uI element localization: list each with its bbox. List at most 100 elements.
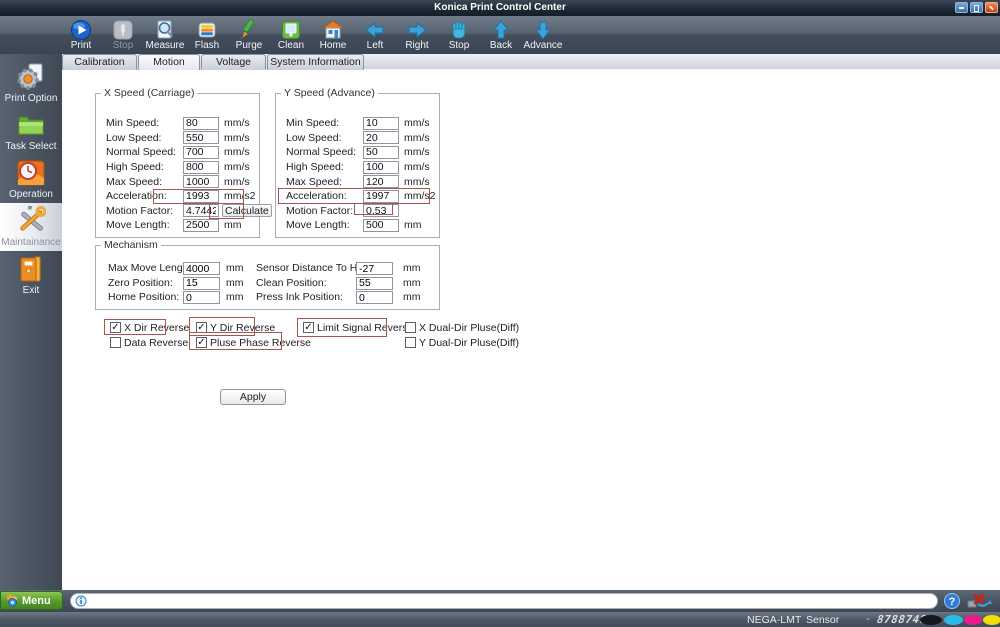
tab-voltage[interactable]: Voltage	[201, 54, 266, 70]
y-min-speed-input[interactable]	[363, 116, 399, 130]
tab-system-information[interactable]: System Information	[267, 54, 364, 70]
stop-print-button: Stop	[102, 16, 144, 54]
checkbox-x-dual-dir-pluse[interactable]: X Dual-Dir Pluse(Diff)	[405, 321, 519, 334]
calculate-button[interactable]: Calculate	[222, 204, 272, 218]
y-low-speed-row: Low Speed: mm/s	[276, 131, 439, 146]
main-toolbar: Print Stop Measure Flash Purge Clean Hom…	[0, 16, 1000, 54]
motion-panel: X Speed (Carriage) Min Speed: mm/s Low S…	[62, 70, 1000, 590]
operation-icon	[17, 160, 45, 186]
checkbox-checked-icon: ✓	[110, 321, 121, 333]
x-high-speed-input[interactable]	[183, 160, 219, 174]
bottom-menu-bar: Menu ?	[0, 590, 1000, 612]
x-acceleration-row: Acceleration: mm/s2	[96, 189, 259, 204]
clean-button[interactable]: Clean	[270, 16, 312, 54]
back-button[interactable]: Back	[480, 16, 522, 54]
y-motion-factor-input[interactable]	[363, 204, 399, 218]
zero-position-input[interactable]	[183, 276, 220, 290]
x-max-speed-row: Max Speed: mm/s	[96, 174, 259, 189]
right-button[interactable]: Right	[396, 16, 438, 54]
apply-button[interactable]: Apply	[220, 389, 286, 405]
help-button[interactable]: ?	[944, 593, 960, 609]
y-move-length-input[interactable]	[363, 218, 399, 232]
checkbox-y-dir-reverse[interactable]: ✓ Y Dir Reverse	[196, 321, 275, 334]
checkbox-unchecked-icon	[110, 337, 121, 348]
x-acceleration-input[interactable]	[183, 189, 219, 203]
connection-status-icon[interactable]	[966, 592, 992, 610]
x-motion-factor-row: Motion Factor: Calculate	[96, 204, 272, 219]
advance-button[interactable]: Advance	[522, 16, 564, 54]
info-icon	[75, 595, 87, 607]
x-speed-group-title: X Speed (Carriage)	[101, 87, 198, 99]
svg-text:?: ?	[949, 596, 956, 608]
left-button[interactable]: Left	[354, 16, 396, 54]
home-icon	[322, 20, 344, 39]
x-speed-group: X Speed (Carriage) Min Speed: mm/s Low S…	[95, 87, 272, 238]
print-button[interactable]: Print	[60, 16, 102, 54]
x-min-speed-input[interactable]	[183, 116, 219, 130]
tab-strip: Calibration Motion Voltage System Inform…	[62, 54, 1000, 70]
arrow-down-icon	[534, 21, 552, 40]
status-sensor: Sensor	[806, 613, 840, 626]
purge-icon	[240, 19, 255, 38]
sidebar-item-print-option[interactable]: Print Option	[0, 59, 62, 107]
stop-print-icon	[113, 20, 133, 40]
clean-position-input[interactable]	[356, 276, 393, 290]
tab-calibration[interactable]: Calibration	[62, 54, 137, 70]
checkbox-unchecked-icon	[405, 322, 416, 333]
y-high-speed-input[interactable]	[363, 160, 399, 174]
flash-icon	[198, 22, 216, 38]
y-acceleration-input[interactable]	[363, 189, 399, 203]
checkbox-x-dir-reverse[interactable]: ✓ X Dir Reverse	[110, 321, 189, 334]
sidebar-item-maintainance[interactable]: Maintainance	[0, 203, 62, 251]
checkbox-data-reverse[interactable]: Data Reverse	[110, 336, 188, 349]
measure-button[interactable]: Measure	[144, 16, 186, 54]
ink-level-yellow	[983, 614, 1000, 625]
x-normal-speed-input[interactable]	[183, 145, 219, 159]
x-low-speed-input[interactable]	[183, 131, 219, 145]
clean-position-label: Clean Position:	[256, 276, 327, 289]
sidebar: Print Option Task Select Operation Maint…	[0, 54, 62, 590]
y-normal-speed-row: Normal Speed: mm/s	[276, 145, 439, 160]
sensor-distance-input[interactable]	[356, 262, 393, 275]
y-acceleration-row: Acceleration: mm/s2	[276, 189, 439, 204]
y-normal-speed-input[interactable]	[363, 145, 399, 159]
x-move-length-row: Move Length: mm	[96, 218, 259, 233]
arrow-right-icon	[408, 21, 427, 39]
stop-motion-button[interactable]: Stop	[438, 16, 480, 54]
counter-minus-sign: -	[866, 613, 870, 625]
x-move-length-input[interactable]	[183, 218, 219, 232]
arrow-up-icon	[492, 20, 510, 39]
checkbox-limit-signal-reverse[interactable]: ✓ Limit Signal Reverse	[303, 321, 413, 334]
sidebar-item-operation[interactable]: Operation	[0, 155, 62, 203]
x-motion-factor-input[interactable]	[183, 204, 219, 218]
clean-icon	[282, 21, 300, 39]
menu-button[interactable]: Menu	[0, 591, 63, 610]
task-select-icon	[18, 116, 44, 135]
y-speed-group-title: Y Speed (Advance)	[281, 87, 378, 99]
title-bar: Konica Print Control Center	[0, 0, 1000, 16]
purge-button[interactable]: Purge	[228, 16, 270, 54]
status-bar: NEGA-LMT Sensor - 8788748	[0, 612, 1000, 627]
home-position-input[interactable]	[183, 291, 220, 305]
close-button[interactable]	[985, 2, 998, 13]
max-move-length-input[interactable]	[183, 262, 220, 275]
sidebar-item-exit[interactable]: Exit	[0, 251, 62, 299]
y-max-speed-input[interactable]	[363, 175, 399, 189]
minimize-button[interactable]	[955, 2, 968, 13]
y-max-speed-row: Max Speed: mm/s	[276, 174, 439, 189]
checkbox-pluse-phase-reverse[interactable]: ✓ Pluse Phase Reverse	[196, 336, 311, 349]
home-button[interactable]: Home	[312, 16, 354, 54]
checkbox-checked-icon: ✓	[303, 321, 314, 333]
sidebar-item-task-select[interactable]: Task Select	[0, 107, 62, 155]
max-move-length-label: Max Move Length:	[108, 262, 195, 274]
mechanism-group-title: Mechanism	[101, 239, 161, 251]
flash-button[interactable]: Flash	[186, 16, 228, 54]
maximize-button[interactable]	[970, 2, 983, 13]
x-high-speed-row: High Speed: mm/s	[96, 160, 259, 175]
x-normal-speed-row: Normal Speed: mm/s	[96, 145, 259, 160]
y-low-speed-input[interactable]	[363, 131, 399, 145]
checkbox-y-dual-dir-pluse[interactable]: Y Dual-Dir Pluse(Diff)	[405, 336, 519, 349]
tab-motion[interactable]: Motion	[138, 54, 200, 70]
press-ink-position-input[interactable]	[356, 291, 393, 305]
x-max-speed-input[interactable]	[183, 175, 219, 189]
